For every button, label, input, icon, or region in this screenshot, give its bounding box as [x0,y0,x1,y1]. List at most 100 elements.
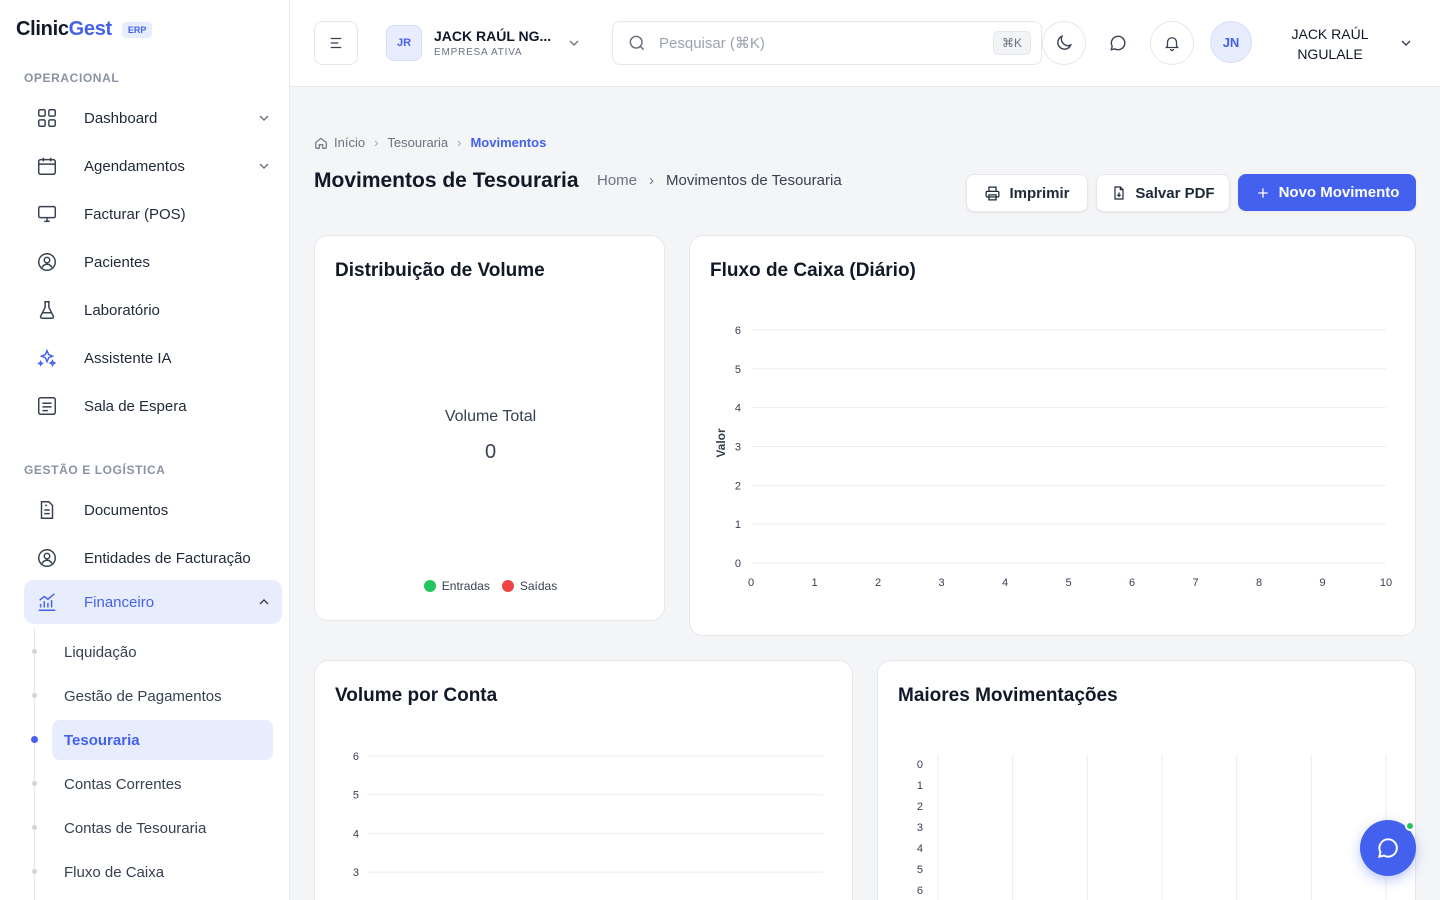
sidebar-item-pacientes[interactable]: Pacientes [24,240,282,284]
chat-button[interactable] [1096,21,1140,65]
y-tick-label: 6 [917,885,923,897]
sidebar: ClinicGest ERP OPERACIONAL Dashboard Age… [0,0,290,900]
sidebar-item-label: Entidades de Facturação [84,549,251,567]
submenu-line [34,628,35,900]
y-tick-label: 6 [735,325,741,337]
sidebar-item-entidades[interactable]: Entidades de Facturação [24,536,282,580]
y-tick-label: 6 [353,751,359,763]
breadcrumb-home[interactable]: Início [334,135,365,150]
crumb-home[interactable]: Home [597,172,637,189]
new-movement-button[interactable]: Novo Movimento [1238,174,1416,211]
y-tick-label: 5 [917,864,923,876]
flask-icon [39,301,55,319]
search-input[interactable] [659,32,979,54]
y-tick-label: 4 [353,828,359,840]
monitor-icon [38,205,56,223]
sidebar-item-dashboard[interactable]: Dashboard [24,96,282,140]
print-button-label: Imprimir [1009,184,1070,202]
online-status-dot [1405,821,1415,831]
breadcrumb-tesouraria[interactable]: Tesouraria [387,135,448,150]
y-tick-label: 4 [735,403,741,415]
sidebar-item-label: Dashboard [84,109,158,127]
sidebar-item-label: Facturar (POS) [84,205,186,223]
sidebar-item-laboratorio[interactable]: Laboratório [24,288,282,332]
chat-icon [1110,35,1126,51]
menu-toggle-button[interactable] [314,21,358,65]
donut-center-value: 0 [484,441,497,463]
calendar-icon [38,157,56,175]
y-tick-label: 2 [917,801,923,813]
y-tick-label: 5 [353,790,359,802]
crumb-separator: › [649,172,655,189]
submenu-label: Gestão de Pagamentos [64,687,222,705]
sidebar-item-assistente-ia[interactable]: Assistente IA [24,336,282,380]
x-tick-label: 5 [1065,577,1071,589]
legend-item-saidas[interactable]: Saídas [501,579,557,593]
sidebar-item-label: Sala de Espera [84,397,187,415]
submenu-dot-active [31,736,38,743]
printer-icon [985,185,1000,201]
search-icon [629,35,645,51]
legend-swatch-green [423,580,436,592]
print-button[interactable]: Imprimir [966,174,1088,212]
legend-item-entradas[interactable]: Entradas [423,579,490,593]
page-title: Movimentos de Tesouraria [314,169,579,192]
submenu-label: Contas Correntes [64,775,182,793]
sidebar-item-label: Assistente IA [84,349,172,367]
card-volume-by-account: Volume por Conta 3456 [314,660,853,900]
cash-flow-chart: 0 1 2 3 4 5 6 0 1 2 3 4 5 6 7 8 9 10 Valor [714,325,1392,589]
sidebar-item-agendamentos[interactable]: Agendamentos [24,144,282,188]
sidebar-item-label: Financeiro [84,593,155,611]
bell-icon [1165,37,1179,52]
user-name[interactable]: JACK RAÚL NGULALE [1275,24,1385,64]
submenu-label: Contas de Tesouraria [64,819,207,837]
y-tick-label: 0 [917,759,923,771]
submenu-item-contas-correntes[interactable]: Contas Correntes [52,764,273,804]
save-pdf-label: Salvar PDF [1135,184,1215,202]
submenu-item-contas-tesouraria[interactable]: Contas de Tesouraria [52,808,273,848]
chevron-down-icon [259,115,269,121]
company-name: JACK RAÚL NG... [434,28,552,44]
y-axis-label: Valor [714,428,728,458]
notifications-button[interactable] [1150,21,1194,65]
plus-icon [1257,187,1268,198]
submenu-label: Liquidação [64,643,137,661]
card-title: Distribuição de Volume [335,260,545,281]
chevron-down-icon [569,40,579,46]
company-status: EMPRESA ATIVA [434,47,523,58]
top-header: JR JACK RAÚL NG... EMPRESA ATIVA ⌘K JN J… [290,0,1440,87]
section-title-operacional: OPERACIONAL [24,71,120,85]
submenu-item-liquidacao[interactable]: Liquidação [52,632,273,672]
x-tick-label: 7 [1192,577,1198,589]
submenu-item-tesouraria[interactable]: Tesouraria [52,720,273,760]
y-tick-label: 2 [735,480,741,492]
x-tick-label: 10 [1380,577,1392,589]
chevron-down-icon[interactable] [1398,35,1414,51]
sidebar-item-sala-de-espera[interactable]: Sala de Espera [24,384,282,428]
x-tick-label: 3 [938,577,944,589]
home-icon[interactable] [314,136,328,150]
grid-icon [38,109,56,127]
card-volume-distribution: Distribuição de Volume Volume Total 0 En… [314,235,665,621]
y-tick-label: 5 [735,364,741,376]
brand-logo[interactable]: ClinicGest ERP [16,18,153,41]
theme-toggle-button[interactable] [1042,21,1086,65]
submenu-item-gestao-pagamentos[interactable]: Gestão de Pagamentos [52,676,273,716]
y-tick-label: 0 [735,558,741,570]
sidebar-item-facturar-pos[interactable]: Facturar (POS) [24,192,282,236]
company-selector[interactable]: JR JACK RAÚL NG... EMPRESA ATIVA [386,23,586,63]
sidebar-item-financeiro[interactable]: Financeiro [24,580,282,624]
user-avatar[interactable]: JN [1210,21,1252,63]
save-pdf-button[interactable]: Salvar PDF [1096,174,1230,212]
chart-legend: Entradas Saídas [315,579,664,593]
moon-icon [1057,34,1073,50]
sidebar-item-documentos[interactable]: Documentos [24,488,282,532]
chat-bubble-icon [1378,838,1398,858]
search-box[interactable]: ⌘K [612,21,1042,65]
y-tick-label: 3 [917,822,923,834]
x-tick-label: 9 [1319,577,1325,589]
user-circle-icon [38,549,56,567]
y-tick-label: 1 [735,519,741,531]
sidebar-item-label: Documentos [84,501,169,519]
submenu-item-fluxo-caixa[interactable]: Fluxo de Caixa [52,852,273,892]
